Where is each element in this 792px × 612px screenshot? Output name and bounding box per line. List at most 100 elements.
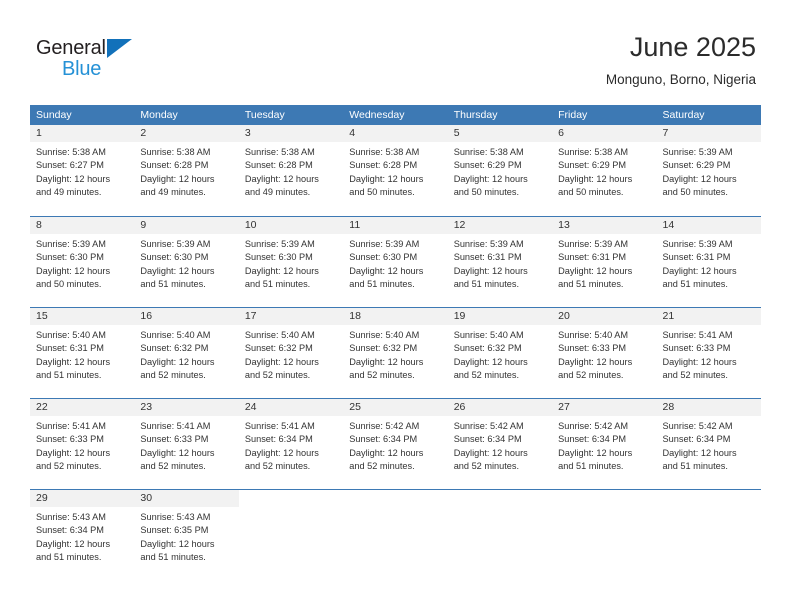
calendar-day-cell[interactable]: 19 Sunrise: 5:40 AM Sunset: 6:32 PM Dayligh… <box>447 308 553 398</box>
day-number: 14 <box>656 217 761 234</box>
day-details: Sunrise: 5:39 AM Sunset: 6:30 PM Daylight:… <box>134 234 238 291</box>
calendar-day-cell[interactable]: 9 Sunrise: 5:39 AM Sunset: 6:30 PM Daylight… <box>134 217 239 307</box>
calendar-day-cell[interactable]: 6 Sunrise: 5:38 AM Sunset: 6:29 PM Daylight… <box>552 125 657 216</box>
calendar-day-cell[interactable]: 22 Sunrise: 5:41 AM Sunset: 6:33 PM Dayligh… <box>30 399 135 489</box>
calendar-day-cell[interactable]: 28 Sunrise: 5:42 AM Sunset: 6:34 PM Dayligh… <box>656 399 761 489</box>
calendar-day-cell[interactable]: 26 Sunrise: 5:42 AM Sunset: 6:34 PM Dayligh… <box>447 399 553 489</box>
calendar-day-cell[interactable]: 27 Sunrise: 5:42 AM Sunset: 6:34 PM Dayligh… <box>552 399 657 489</box>
daylight-text-line2: and 52 minutes. <box>453 460 520 471</box>
day-number: 13 <box>552 217 657 234</box>
daylight-text-line1: Daylight: 12 hours <box>662 265 737 276</box>
daylight-text-line2: and 51 minutes. <box>453 278 520 289</box>
day-details: Sunrise: 5:39 AM Sunset: 6:30 PM Daylight:… <box>30 234 134 291</box>
sunrise-text: Sunrise: 5:40 AM <box>140 330 211 340</box>
calendar-weeks: 1 Sunrise: 5:38 AM Sunset: 6:27 PM Daylight… <box>30 125 761 580</box>
calendar-day-cell[interactable]: 13 Sunrise: 5:39 AM Sunset: 6:31 PM Dayligh… <box>552 217 657 307</box>
calendar-day-cell[interactable]: 12 Sunrise: 5:39 AM Sunset: 6:31 PM Dayligh… <box>447 217 553 307</box>
day-details <box>343 507 447 511</box>
daylight-text-line1: Daylight: 12 hours <box>36 356 111 367</box>
sunrise-text: Sunrise: 5:42 AM <box>558 421 629 431</box>
calendar-week-row: 1 Sunrise: 5:38 AM Sunset: 6:27 PM Daylight… <box>30 125 761 216</box>
daylight-text-line2: and 50 minutes. <box>558 186 624 197</box>
calendar-day-cell[interactable]: 23 Sunrise: 5:41 AM Sunset: 6:33 PM Dayligh… <box>134 399 239 489</box>
sunset-text: Sunset: 6:34 PM <box>349 434 418 445</box>
day-number: 1 <box>30 125 135 142</box>
sunset-text: Sunset: 6:29 PM <box>453 160 522 171</box>
calendar-page: General Blue June 2025 Monguno, Borno, N… <box>0 0 792 612</box>
daylight-text-line1: Daylight: 12 hours <box>244 356 319 367</box>
calendar-day-cell[interactable]: 7 Sunrise: 5:39 AM Sunset: 6:29 PM Daylight… <box>656 125 761 216</box>
day-details: Sunrise: 5:38 AM Sunset: 6:29 PM Daylight:… <box>552 142 656 199</box>
sunset-text: Sunset: 6:29 PM <box>558 160 627 171</box>
sunset-text: Sunset: 6:31 PM <box>453 252 522 263</box>
sunrise-text: Sunrise: 5:43 AM <box>36 512 106 522</box>
day-details: Sunrise: 5:40 AM Sunset: 6:32 PM Daylight:… <box>343 325 447 382</box>
daylight-text-line1: Daylight: 12 hours <box>558 447 633 458</box>
daylight-text-line2: and 52 minutes. <box>36 460 102 471</box>
calendar-day-cell[interactable]: 25 Sunrise: 5:42 AM Sunset: 6:34 PM Dayligh… <box>343 399 448 489</box>
day-number: 25 <box>343 399 448 416</box>
calendar-day-cell[interactable]: 2 Sunrise: 5:38 AM Sunset: 6:28 PM Daylight… <box>134 125 239 216</box>
daylight-text-line1: Daylight: 12 hours <box>140 173 215 184</box>
calendar-day-cell[interactable]: 10 Sunrise: 5:39 AM Sunset: 6:30 PM Dayligh… <box>238 217 344 307</box>
sunset-text: Sunset: 6:31 PM <box>558 252 627 263</box>
day-number: 3 <box>238 125 344 142</box>
day-details: Sunrise: 5:38 AM Sunset: 6:28 PM Daylight:… <box>239 142 343 199</box>
generalblue-logo[interactable]: General Blue <box>36 36 156 84</box>
calendar-day-cell[interactable]: 29 Sunrise: 5:43 AM Sunset: 6:34 PM Dayligh… <box>30 490 135 580</box>
calendar-day-cell[interactable]: 3 Sunrise: 5:38 AM Sunset: 6:28 PM Daylight… <box>238 125 344 216</box>
calendar-day-cell[interactable]: 1 Sunrise: 5:38 AM Sunset: 6:27 PM Daylight… <box>30 125 135 216</box>
calendar-day-cell[interactable]: 21 Sunrise: 5:41 AM Sunset: 6:33 PM Dayligh… <box>656 308 761 398</box>
calendar-day-cell[interactable]: 16 Sunrise: 5:40 AM Sunset: 6:32 PM Dayligh… <box>134 308 239 398</box>
weekday-header-row: Sunday Monday Tuesday Wednesday Thursday… <box>30 105 761 125</box>
calendar-day-cell[interactable]: 8 Sunrise: 5:39 AM Sunset: 6:30 PM Daylight… <box>30 217 135 307</box>
day-details: Sunrise: 5:43 AM Sunset: 6:35 PM Daylight:… <box>134 507 238 564</box>
day-number: 28 <box>656 399 761 416</box>
daylight-text-line2: and 51 minutes. <box>244 278 311 289</box>
calendar-day-cell[interactable]: 15 Sunrise: 5:40 AM Sunset: 6:31 PM Dayligh… <box>30 308 135 398</box>
day-number: 2 <box>134 125 239 142</box>
calendar-day-cell[interactable]: 18 Sunrise: 5:40 AM Sunset: 6:32 PM Dayligh… <box>343 308 448 398</box>
calendar-day-cell[interactable]: 5 Sunrise: 5:38 AM Sunset: 6:29 PM Daylight… <box>447 125 553 216</box>
day-number: 12 <box>447 217 553 234</box>
sunset-text: Sunset: 6:34 PM <box>662 434 731 445</box>
day-number: 20 <box>552 308 657 325</box>
weekday-header-friday: Friday <box>558 109 588 121</box>
sunset-text: Sunset: 6:35 PM <box>140 525 209 536</box>
logo-text-blue: Blue <box>62 58 102 80</box>
logo-triangle-icon <box>107 39 132 58</box>
sunrise-text: Sunrise: 5:39 AM <box>453 239 524 249</box>
calendar-day-cell[interactable]: 24 Sunrise: 5:41 AM Sunset: 6:34 PM Dayligh… <box>238 399 344 489</box>
day-number: 5 <box>447 125 553 142</box>
sunrise-text: Sunrise: 5:40 AM <box>558 330 629 340</box>
calendar-day-cell[interactable]: 11 Sunrise: 5:39 AM Sunset: 6:30 PM Dayligh… <box>343 217 448 307</box>
day-number <box>343 490 448 507</box>
day-details: Sunrise: 5:41 AM Sunset: 6:33 PM Daylight:… <box>134 416 238 473</box>
daylight-text-line1: Daylight: 12 hours <box>453 265 528 276</box>
daylight-text-line1: Daylight: 12 hours <box>36 538 111 549</box>
calendar-day-cell-empty <box>552 490 657 580</box>
sunset-text: Sunset: 6:28 PM <box>244 160 313 171</box>
sunrise-text: Sunrise: 5:39 AM <box>662 239 733 249</box>
sunset-text: Sunset: 6:30 PM <box>36 252 104 263</box>
sunrise-text: Sunrise: 5:39 AM <box>349 239 420 249</box>
sunrise-text: Sunrise: 5:40 AM <box>349 330 420 340</box>
day-details: Sunrise: 5:38 AM Sunset: 6:29 PM Daylight:… <box>448 142 552 199</box>
calendar-week-row: 22 Sunrise: 5:41 AM Sunset: 6:33 PM Dayligh… <box>30 398 761 489</box>
day-details: Sunrise: 5:39 AM Sunset: 6:31 PM Daylight:… <box>657 234 761 291</box>
sunset-text: Sunset: 6:30 PM <box>244 252 313 263</box>
daylight-text-line1: Daylight: 12 hours <box>349 356 424 367</box>
day-number <box>656 490 761 507</box>
sunrise-text: Sunrise: 5:38 AM <box>349 147 420 157</box>
calendar-day-cell[interactable]: 20 Sunrise: 5:40 AM Sunset: 6:33 PM Dayligh… <box>552 308 657 398</box>
calendar-day-cell[interactable]: 14 Sunrise: 5:39 AM Sunset: 6:31 PM Dayligh… <box>656 217 761 307</box>
calendar-day-cell-empty <box>656 490 761 580</box>
daylight-text-line2: and 52 minutes. <box>244 369 311 380</box>
daylight-text-line2: and 52 minutes. <box>453 369 520 380</box>
day-number: 19 <box>447 308 553 325</box>
calendar-day-cell[interactable]: 30 Sunrise: 5:43 AM Sunset: 6:35 PM Dayligh… <box>134 490 239 580</box>
calendar-day-cell[interactable]: 4 Sunrise: 5:38 AM Sunset: 6:28 PM Daylight… <box>343 125 448 216</box>
calendar-day-cell[interactable]: 17 Sunrise: 5:40 AM Sunset: 6:32 PM Dayligh… <box>238 308 344 398</box>
daylight-text-line1: Daylight: 12 hours <box>140 356 215 367</box>
day-number: 27 <box>552 399 657 416</box>
